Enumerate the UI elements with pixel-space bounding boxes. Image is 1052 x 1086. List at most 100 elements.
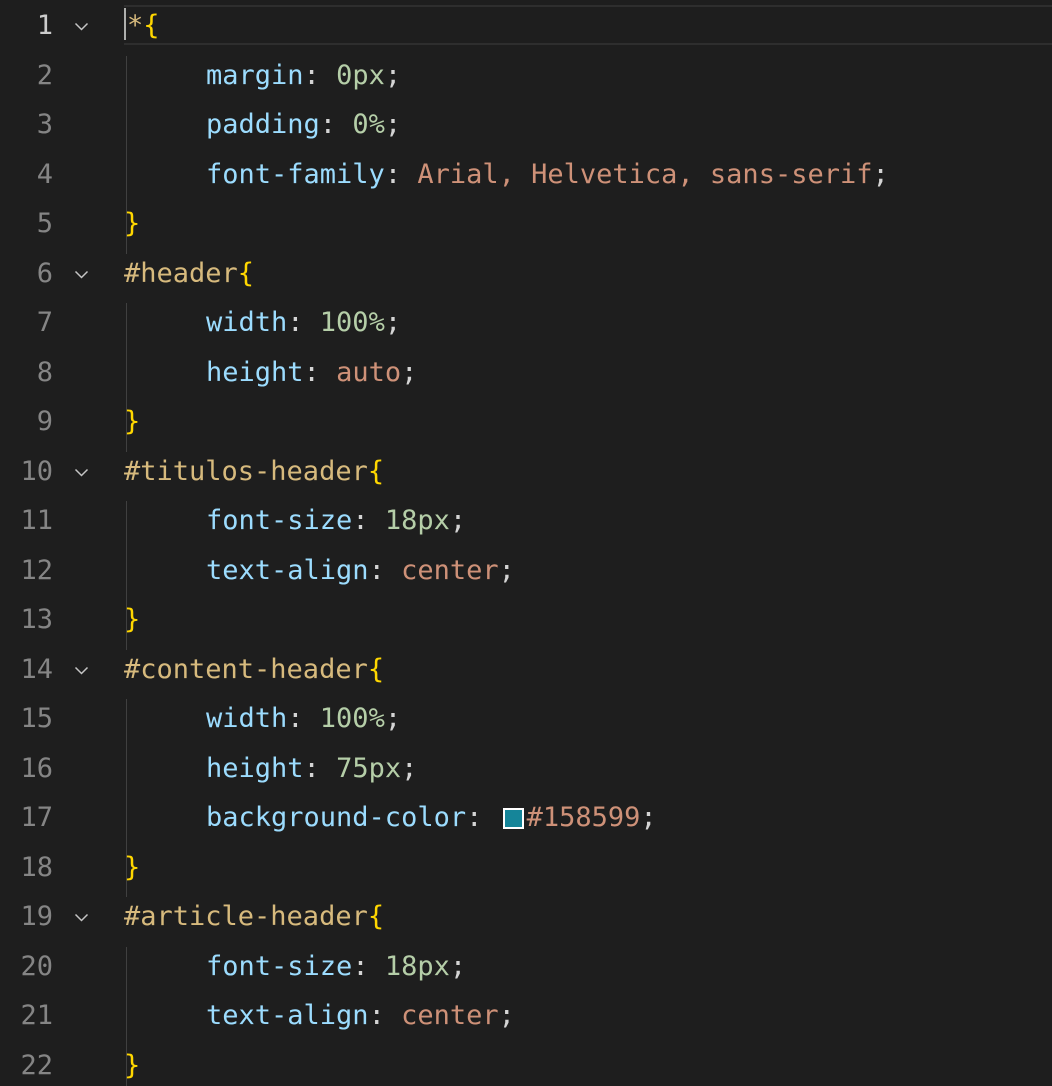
punctuation: ; — [401, 356, 418, 388]
code-text: margin: 0px; — [124, 56, 401, 96]
code-line[interactable]: 22} — [0, 1045, 1052, 1086]
css-property: text-align — [206, 554, 369, 586]
css-value: center — [401, 554, 499, 586]
punctuation: : — [287, 703, 320, 734]
line-number: 9 — [36, 406, 53, 437]
css-selector: * — [127, 10, 144, 41]
line-number: 21 — [20, 1000, 53, 1031]
line-number: 5 — [36, 208, 53, 239]
punctuation: : — [384, 158, 418, 190]
css-property: background-color — [206, 802, 467, 833]
line-number: 17 — [20, 802, 53, 833]
code-line[interactable]: 19 #article-header{ — [0, 897, 1052, 947]
css-value: 100% — [319, 703, 385, 734]
code-text: width: 100%; — [124, 303, 401, 343]
code-text: } — [124, 1046, 140, 1086]
chevron-down-icon[interactable] — [74, 465, 89, 480]
line-number: 2 — [36, 59, 53, 91]
code-text: font-family: Arial, Helvetica, sans-seri… — [124, 155, 889, 195]
open-brace: { — [143, 10, 160, 41]
css-selector: #content-header — [124, 653, 368, 685]
css-value: Arial, Helvetica, sans-serif — [417, 158, 873, 190]
chevron-down-icon[interactable] — [74, 910, 89, 925]
punctuation: ; — [640, 802, 657, 833]
chevron-down-icon[interactable] — [74, 19, 89, 34]
close-brace: } — [124, 604, 141, 635]
code-line[interactable]: 12 text-align: center; — [0, 550, 1052, 600]
code-lines: 1 *{2 margin: 0px; 3 padding: 0%; 4 font-famil… — [0, 6, 1052, 1086]
line-number: 3 — [36, 109, 53, 140]
code-editor[interactable]: 1 *{2 margin: 0px; 3 padding: 0%; 4 font-famil… — [0, 0, 1052, 1086]
code-line[interactable]: 13} — [0, 600, 1052, 650]
chevron-down-icon[interactable] — [74, 663, 89, 678]
line-number: 8 — [36, 356, 53, 388]
code-text: #article-header{ — [124, 897, 384, 937]
punctuation: : — [352, 505, 385, 536]
text-cursor — [124, 8, 126, 40]
code-line[interactable]: 17 background-color: #158599; — [0, 798, 1052, 848]
code-text: text-align: center; — [124, 996, 515, 1036]
code-text: height: 75px; — [124, 749, 417, 789]
punctuation: : — [466, 802, 499, 833]
code-text: } — [124, 204, 140, 244]
color-swatch[interactable] — [502, 808, 524, 829]
line-number: 1 — [36, 10, 53, 41]
code-line[interactable]: 8 height: auto; — [0, 352, 1052, 402]
code-text: } — [124, 402, 140, 442]
line-number: 4 — [36, 158, 53, 190]
code-line[interactable]: 1 *{ — [0, 6, 1052, 56]
code-line[interactable]: 11 font-size: 18px; — [0, 501, 1052, 551]
punctuation: : — [303, 752, 337, 784]
punctuation: : — [287, 307, 320, 338]
code-line[interactable]: 2 margin: 0px; — [0, 55, 1052, 105]
open-brace: { — [237, 257, 255, 289]
code-line[interactable]: 4 font-family: Arial, Helvetica, sans-ser… — [0, 154, 1052, 204]
code-line[interactable]: 16 height: 75px; — [0, 748, 1052, 798]
css-value: 18px — [384, 950, 450, 982]
css-property: width — [206, 307, 288, 338]
css-value: 18px — [384, 505, 450, 536]
css-property: font-size — [206, 505, 353, 536]
code-line[interactable]: 7 width: 100%; — [0, 303, 1052, 353]
punctuation: ; — [498, 554, 515, 586]
line-number: 20 — [20, 950, 53, 982]
css-value: 100% — [319, 307, 385, 338]
code-line[interactable]: 5} — [0, 204, 1052, 254]
chevron-down-icon[interactable] — [74, 267, 89, 282]
css-property: margin — [206, 59, 304, 91]
code-text: } — [124, 848, 140, 888]
css-value: center — [401, 1000, 499, 1031]
line-number: 6 — [36, 257, 53, 289]
code-text: height: auto; — [124, 353, 417, 393]
open-brace: { — [367, 653, 385, 685]
code-text: text-align: center; — [124, 551, 515, 591]
code-text: } — [124, 600, 140, 640]
line-number: 15 — [20, 703, 53, 734]
code-line[interactable]: 9} — [0, 402, 1052, 452]
close-brace: } — [124, 1049, 141, 1081]
css-value: 0% — [352, 109, 385, 140]
code-line[interactable]: 10 #titulos-header{ — [0, 452, 1052, 502]
css-selector: #titulos-header — [124, 455, 368, 487]
css-property: width — [206, 703, 288, 734]
code-text: width: 100%; — [124, 699, 401, 739]
code-text: #titulos-header{ — [124, 452, 384, 492]
code-line[interactable]: 15 width: 100%; — [0, 699, 1052, 749]
punctuation: ; — [384, 703, 402, 734]
open-brace: { — [367, 455, 385, 487]
punctuation: ; — [449, 950, 467, 982]
code-line[interactable]: 6 #header{ — [0, 254, 1052, 304]
code-text: #content-header{ — [124, 650, 384, 690]
code-line[interactable]: 18} — [0, 847, 1052, 897]
css-property: height — [206, 752, 304, 784]
code-text: padding: 0%; — [124, 105, 401, 145]
code-line[interactable]: 21 text-align: center; — [0, 996, 1052, 1046]
code-line[interactable]: 3 padding: 0%; — [0, 105, 1052, 155]
line-number: 22 — [20, 1049, 53, 1081]
code-text: font-size: 18px; — [124, 947, 466, 987]
punctuation: ; — [384, 307, 402, 338]
code-text: #header{ — [124, 254, 254, 294]
punctuation: ; — [384, 109, 402, 140]
code-line[interactable]: 14 #content-header{ — [0, 650, 1052, 700]
code-line[interactable]: 20 font-size: 18px; — [0, 946, 1052, 996]
